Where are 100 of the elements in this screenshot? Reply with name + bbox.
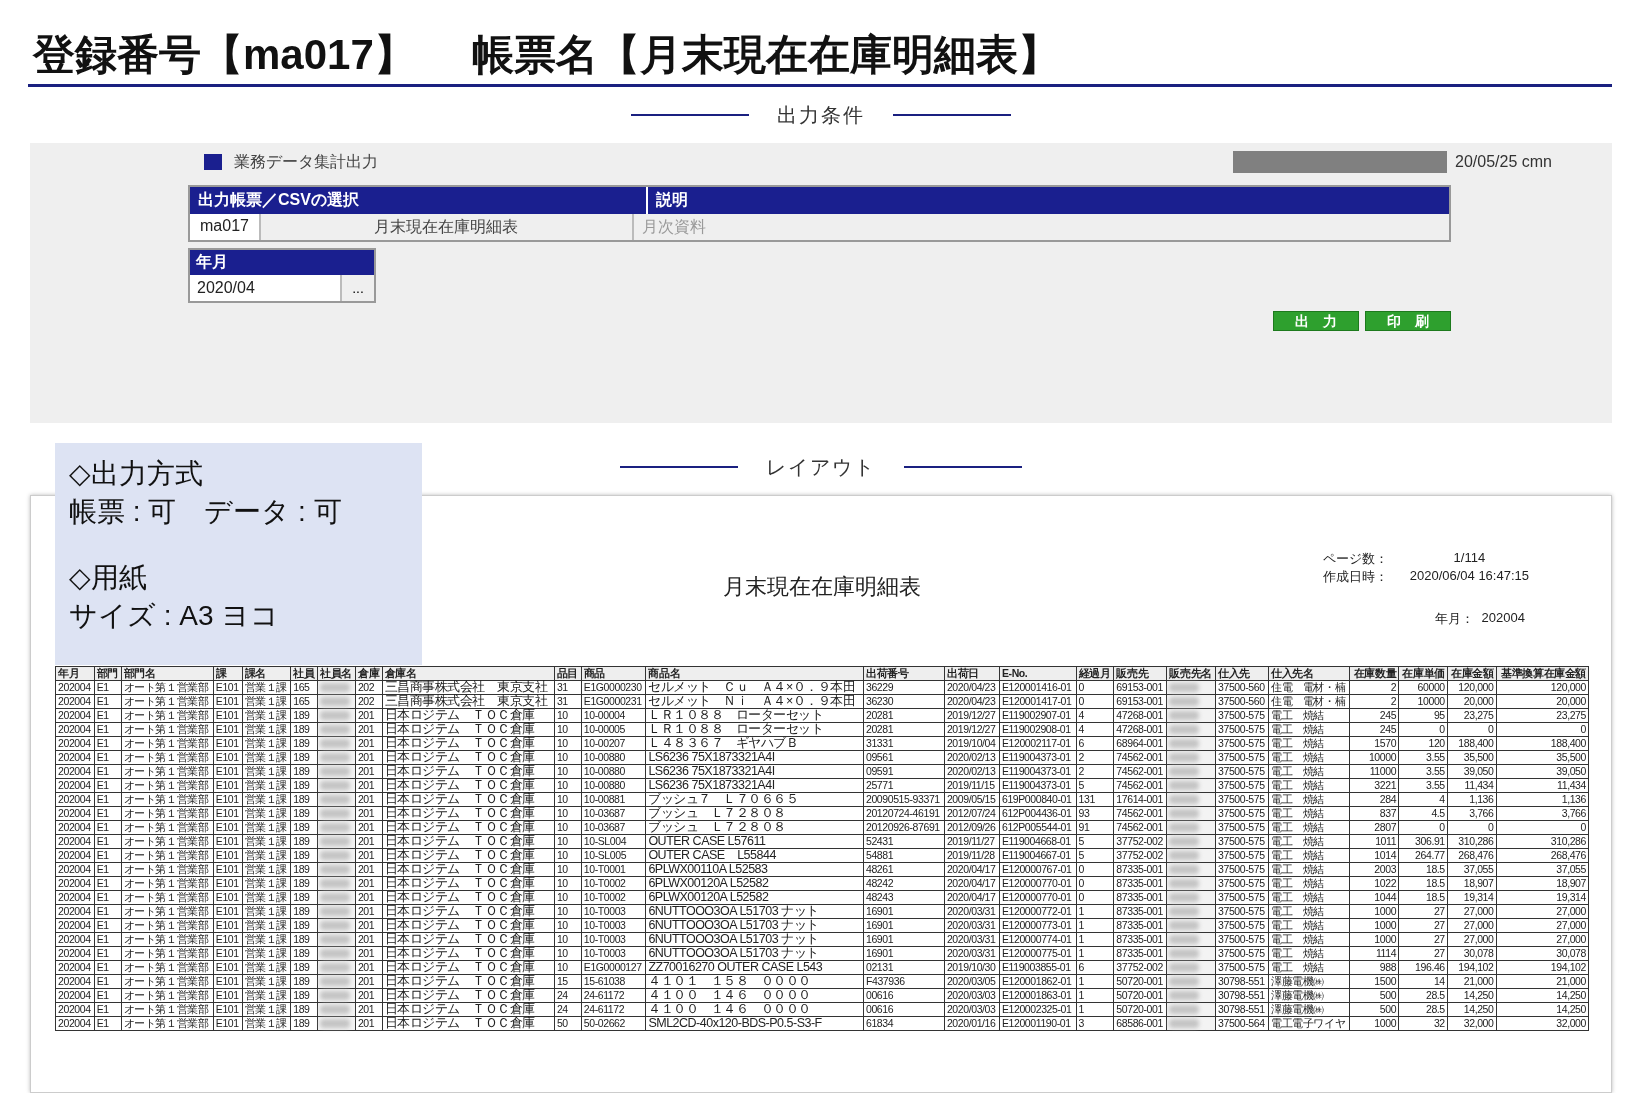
table-cell: E101 <box>213 750 242 765</box>
table-cell: 日本ロジテム ＴＯＣ倉庫 <box>382 946 555 961</box>
table-cell: 306.91 <box>1398 834 1448 849</box>
table-cell: 48242 <box>863 876 945 891</box>
table-cell: 37500-575 <box>1215 890 1269 905</box>
table-cell: E119004668-01 <box>999 834 1076 849</box>
table-cell: 澤藤電機㈱ <box>1268 988 1350 1003</box>
table-cell: ４１００ １４６ ００００ <box>645 988 864 1003</box>
table-cell: 202004 <box>55 722 95 737</box>
blurred-text <box>320 739 351 748</box>
table-cell: 27,000 <box>1496 904 1589 919</box>
table-cell: 10-00881 <box>581 792 646 807</box>
table-cell: 営業１課 <box>242 778 291 793</box>
table-cell: 189 <box>290 764 318 779</box>
table-cell: E120002117-01 <box>999 736 1076 751</box>
table-cell: 営業１課 <box>242 806 291 821</box>
table-cell: 日本ロジテム ＴＯＣ倉庫 <box>382 988 555 1003</box>
table-cell: 16901 <box>863 918 945 933</box>
table-cell: E120000774-01 <box>999 932 1076 947</box>
table-cell: 2 <box>1076 764 1114 779</box>
table-cell: E1 <box>94 974 122 989</box>
header-cell: 社員 <box>290 666 318 681</box>
table-cell: 37500-575 <box>1215 722 1269 737</box>
table-cell: E101 <box>213 722 242 737</box>
code-field[interactable]: ma017 <box>190 214 261 240</box>
table-cell: 87335-001 <box>1113 876 1167 891</box>
table-cell: 2 <box>1349 680 1399 695</box>
table-cell: 619P000840-01 <box>999 792 1076 807</box>
table-cell: 電工 焼結 <box>1268 792 1350 807</box>
table-cell: 営業１課 <box>242 862 291 877</box>
header-cell: 社員名 <box>317 666 356 681</box>
table-cell: E101 <box>213 946 242 961</box>
table-cell: E1 <box>94 680 122 695</box>
table-cell: 2807 <box>1349 820 1399 835</box>
table-cell: オート第１営業部 <box>121 890 214 905</box>
table-cell: 500 <box>1349 988 1399 1003</box>
table-cell: 10-00880 <box>581 750 646 765</box>
table-cell: 30798-551 <box>1215 974 1269 989</box>
table-cell: E101 <box>213 834 242 849</box>
table-cell: 27 <box>1398 946 1448 961</box>
table-cell: 202 <box>355 694 383 709</box>
table-cell: 日本ロジテム ＴＯＣ倉庫 <box>382 750 555 765</box>
table-cell: 住電 電材・楠 <box>1268 680 1350 695</box>
table-cell: 17614-001 <box>1113 792 1167 807</box>
table-cell: 37500-575 <box>1215 932 1269 947</box>
table-cell: E1 <box>94 918 122 933</box>
table-cell: 74562-001 <box>1113 806 1167 821</box>
table-cell: E119002908-01 <box>999 722 1076 737</box>
table-cell: 電工 焼結 <box>1268 890 1350 905</box>
table-cell: 194,102 <box>1447 960 1496 975</box>
table-cell: 電工 焼結 <box>1268 834 1350 849</box>
table-cell: 20,000 <box>1447 694 1496 709</box>
blurred-text <box>1169 949 1200 958</box>
table-cell: E1 <box>94 820 122 835</box>
table-cell: 201 <box>355 764 383 779</box>
table-cell: E120001417-01 <box>999 694 1076 709</box>
table-cell: 27,000 <box>1496 918 1589 933</box>
table-cell: 1044 <box>1349 890 1399 905</box>
table-cell: 74562-001 <box>1113 764 1167 779</box>
section-heading: 出力条件 <box>777 102 865 128</box>
table-cell: E120002325-01 <box>999 1002 1076 1017</box>
blurred-text <box>320 935 351 944</box>
period-field[interactable]: 2020/04 <box>190 275 342 301</box>
table-cell: 69153-001 <box>1113 680 1167 695</box>
table-cell: 19,314 <box>1447 890 1496 905</box>
table-cell: 営業１課 <box>242 1016 291 1031</box>
table-cell: 202004 <box>55 820 95 835</box>
section-heading: レイアウト <box>766 454 876 480</box>
table-cell: 201 <box>355 960 383 975</box>
table-cell: 37500-575 <box>1215 862 1269 877</box>
table-cell: 1114 <box>1349 946 1399 961</box>
table-cell: 268,476 <box>1447 848 1496 863</box>
table-cell: 202004 <box>55 750 95 765</box>
table-cell: 2020/02/13 <box>944 764 1000 779</box>
table-cell: E101 <box>213 890 242 905</box>
blurred-text <box>320 1019 351 1028</box>
table-cell: 2020/03/03 <box>944 1002 1000 1017</box>
table-cell: 5 <box>1076 834 1114 849</box>
table-cell: 189 <box>290 750 318 765</box>
table-cell: 120,000 <box>1447 680 1496 695</box>
table-cell: 189 <box>290 918 318 933</box>
table-cell: 284 <box>1349 792 1399 807</box>
square-icon <box>204 154 222 170</box>
table-cell: 日本ロジテム ＴＯＣ倉庫 <box>382 834 555 849</box>
table-cell: 37500-575 <box>1215 960 1269 975</box>
table-cell: 3 <box>1076 1016 1114 1031</box>
table-cell: E101 <box>213 974 242 989</box>
table-cell: 澤藤電機㈱ <box>1268 974 1350 989</box>
table-cell: オート第１営業部 <box>121 834 214 849</box>
table-cell: 00616 <box>863 1002 945 1017</box>
table-cell: 電工 焼結 <box>1268 708 1350 723</box>
header-cell: 在庫金額 <box>1447 666 1496 681</box>
table-cell: 37752-002 <box>1113 834 1167 849</box>
table-cell: オート第１営業部 <box>121 862 214 877</box>
table-cell: 1022 <box>1349 876 1399 891</box>
table-cell: 48243 <box>863 890 945 905</box>
table-cell: 澤藤電機㈱ <box>1268 1002 1350 1017</box>
blurred-text <box>320 809 351 818</box>
table-cell: 日本ロジテム ＴＯＣ倉庫 <box>382 876 555 891</box>
table-cell: 202004 <box>55 764 95 779</box>
